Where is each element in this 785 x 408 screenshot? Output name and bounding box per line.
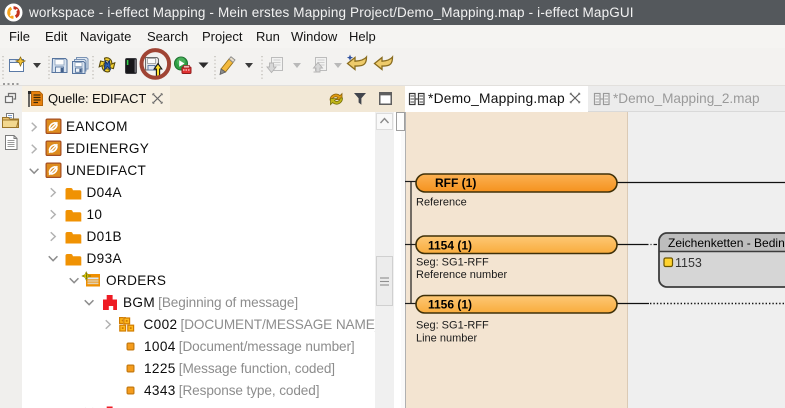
svg-text:Seg: SG1-RFF: Seg: SG1-RFF xyxy=(416,320,489,332)
svg-text:Reference: Reference xyxy=(416,197,467,209)
svg-text:1154 (1): 1154 (1) xyxy=(428,239,472,253)
svg-text:Zeichenketten - Beding: Zeichenketten - Beding xyxy=(668,236,785,250)
svg-text:1156 (1): 1156 (1) xyxy=(428,298,472,312)
svg-text:RFF (1): RFF (1) xyxy=(435,176,476,190)
svg-text:Seg: SG1-RFF: Seg: SG1-RFF xyxy=(416,257,489,269)
svg-text:1153: 1153 xyxy=(675,256,702,270)
svg-text:Reference number: Reference number xyxy=(416,269,507,281)
svg-text:Line number: Line number xyxy=(416,333,477,345)
